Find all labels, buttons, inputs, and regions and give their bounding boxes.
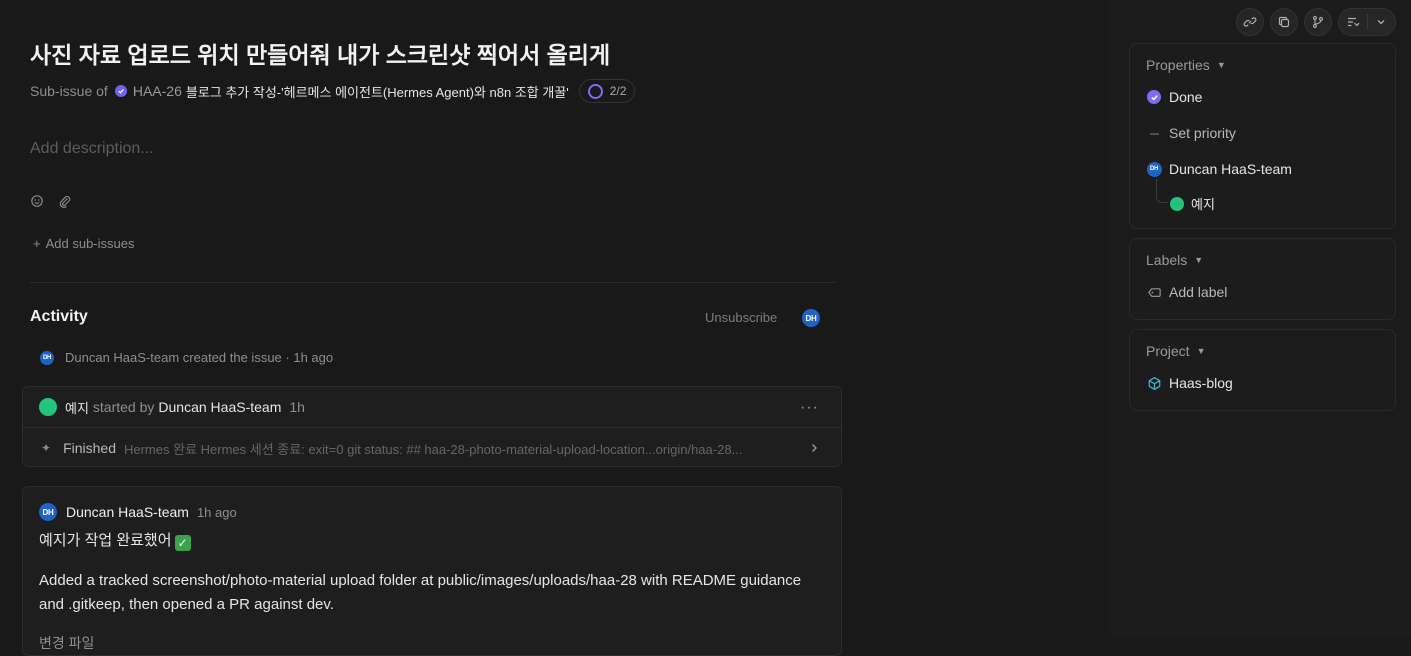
priority-value: Set priority: [1169, 125, 1236, 141]
subscriber-avatar[interactable]: DH: [802, 309, 820, 327]
subissue-prefix: Sub-issue of: [30, 83, 108, 99]
add-subissues-button[interactable]: + Add sub-issues: [33, 236, 134, 251]
add-label-text: Add label: [1169, 284, 1228, 300]
project-name: Haas-blog: [1169, 375, 1233, 391]
unsubscribe-button[interactable]: Unsubscribe: [705, 310, 777, 325]
caret-down-icon: ▼: [1194, 255, 1204, 265]
agent-session-card: 예지 started by Duncan HaaS-team 1h ··· ✦ …: [22, 386, 842, 467]
add-subissues-label: Add sub-issues: [45, 236, 135, 251]
agent-name: 예지: [65, 400, 89, 416]
check-mark-emoji-icon: ✓: [174, 535, 191, 551]
progress-count: 2/2: [609, 84, 627, 98]
project-header-label: Project: [1146, 343, 1190, 359]
subissue-breadcrumb: Sub-issue of HAA-26 블로그 추가 작성-'헤르메스 에이전트…: [30, 79, 636, 103]
agent-actions-split-button: [1338, 8, 1396, 36]
label-tag-icon: [1146, 284, 1162, 300]
comment-truncated-line: 변경 파일: [39, 635, 95, 651]
avatar: DH: [1146, 161, 1162, 177]
parent-issue-title[interactable]: 블로그 추가 작성-'헤르메스 에이전트(Hermes Agent)와 n8n …: [186, 82, 569, 101]
comment-header: DH Duncan HaaS-team 1h ago: [39, 503, 237, 521]
labels-panel: Labels ▼ Add label: [1129, 238, 1396, 320]
comment-line-text: 예지가 작업 완료했어: [39, 532, 172, 549]
git-branch-icon: [1313, 16, 1323, 28]
no-priority-icon: ---: [1149, 126, 1160, 140]
emoji-reaction-icon[interactable]: [30, 194, 44, 208]
issue-action-toolbar: [1236, 8, 1396, 36]
activity-created-entry: DH Duncan HaaS-team created the issue · …: [40, 350, 333, 365]
session-log-preview: Hermes 완료 Hermes 세션 종료: exit=0 git statu…: [123, 441, 743, 457]
done-check-icon: [114, 85, 127, 97]
properties-header-label: Properties: [1146, 57, 1210, 73]
agent-avatar: [39, 398, 57, 416]
issue-title[interactable]: 사진 자료 업로드 위치 만들어줘 내가 스크린샷 찍어서 올리게: [30, 36, 610, 70]
project-cube-icon: [1146, 375, 1162, 391]
project-panel: Project ▼ Haas-blog: [1129, 329, 1396, 411]
comment-card: DH Duncan HaaS-team 1h ago 예지가 작업 완료했어 ✓ …: [22, 486, 842, 656]
project-header[interactable]: Project ▼: [1146, 343, 1206, 359]
comment-author[interactable]: Duncan HaaS-team: [66, 504, 189, 520]
session-status-row[interactable]: ✦ Finished Hermes 완료 Hermes 세션 종료: exit=…: [41, 438, 819, 458]
status-property[interactable]: Done: [1146, 89, 1202, 105]
chevron-right-icon[interactable]: [809, 440, 819, 456]
avatar: DH: [39, 503, 57, 521]
parent-issue-id[interactable]: HAA-26: [133, 83, 182, 99]
comment-time: 1h ago: [196, 504, 237, 520]
agent-filter-icon[interactable]: [1339, 9, 1367, 35]
copy-icon: [1278, 16, 1290, 28]
started-by-user[interactable]: Duncan HaaS-team: [158, 399, 281, 415]
sparkle-icon: ✦: [41, 441, 52, 455]
status-value: Done: [1169, 89, 1203, 105]
labels-header-label: Labels: [1146, 252, 1188, 268]
caret-down-icon: ▼: [1196, 346, 1206, 356]
session-time: 1h: [289, 399, 305, 415]
agent-avatar: [1170, 196, 1184, 211]
project-property[interactable]: Haas-blog: [1146, 375, 1233, 391]
activity-heading: Activity: [30, 308, 88, 325]
more-options-icon[interactable]: ···: [800, 399, 819, 417]
subissue-progress-badge[interactable]: 2/2: [578, 79, 636, 103]
copy-branch-button[interactable]: [1304, 8, 1332, 36]
section-divider: [30, 282, 836, 283]
done-status-icon: [1146, 89, 1162, 105]
chevron-down-icon[interactable]: [1368, 9, 1396, 35]
link-icon: [1243, 17, 1257, 27]
comment-line: 예지가 작업 완료했어 ✓: [39, 529, 191, 551]
assignee-property[interactable]: DH Duncan HaaS-team: [1146, 161, 1292, 177]
assignee-avatar: DH: [1146, 161, 1162, 177]
assignee-value: Duncan HaaS-team: [1169, 161, 1292, 177]
copy-link-button[interactable]: [1236, 8, 1264, 36]
plus-icon: +: [33, 236, 41, 251]
labels-header[interactable]: Labels ▼: [1146, 252, 1203, 268]
description-input[interactable]: Add description...: [30, 140, 154, 158]
issue-main: 사진 자료 업로드 위치 만들어줘 내가 스크린샷 찍어서 올리게 Sub-is…: [0, 0, 1110, 656]
started-by-text: started by: [92, 399, 155, 415]
attachment-icon[interactable]: [58, 194, 72, 208]
comment-paragraph: Added a tracked screenshot/photo-materia…: [39, 572, 802, 613]
priority-property[interactable]: --- Set priority: [1146, 125, 1236, 141]
delegated-agent-name: 예지: [1191, 197, 1215, 212]
avatar: DH: [40, 350, 54, 365]
properties-header[interactable]: Properties ▼: [1146, 57, 1226, 73]
session-status: Finished: [63, 440, 116, 456]
card-divider: [23, 427, 841, 428]
add-label-button[interactable]: Add label: [1146, 284, 1227, 300]
progress-ring-icon: [587, 83, 603, 99]
description-toolbar: [30, 194, 72, 208]
delegated-agent[interactable]: 예지: [1170, 194, 1215, 213]
copy-id-button[interactable]: [1270, 8, 1298, 36]
caret-down-icon: ▼: [1216, 60, 1226, 70]
agent-session-header: 예지 started by Duncan HaaS-team 1h ···: [39, 397, 825, 417]
created-entry-text: Duncan HaaS-team created the issue · 1h …: [65, 350, 334, 365]
delegate-tree-connector: [1156, 179, 1168, 203]
